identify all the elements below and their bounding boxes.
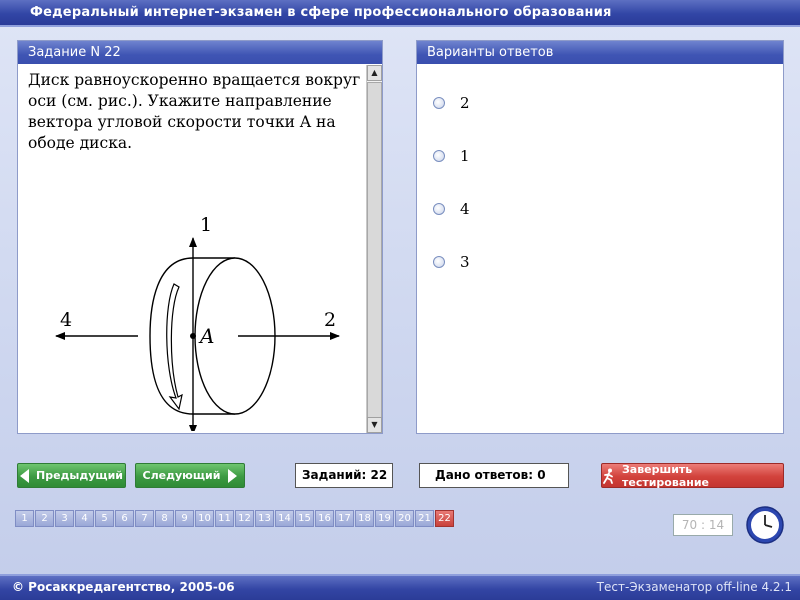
page-button-7[interactable]: 7	[135, 510, 154, 527]
answer-panel-title: Варианты ответов	[427, 45, 554, 60]
page-button-8[interactable]: 8	[155, 510, 174, 527]
answers-given: Дано ответов: 0	[419, 463, 569, 488]
finish-button-label: Завершить тестирование	[621, 462, 710, 489]
radio-button[interactable]	[433, 150, 445, 162]
page-button-1[interactable]: 1	[15, 510, 34, 527]
label-2: 2	[324, 309, 336, 331]
tasks-count-text: Заданий: 22	[302, 468, 388, 482]
footer-bar: © Росаккредагентство, 2005-06 Тест-Экзам…	[0, 574, 800, 600]
page-button-2[interactable]: 2	[35, 510, 54, 527]
label-a: A	[198, 324, 214, 348]
rotation-arrow	[166, 283, 183, 411]
radio-button[interactable]	[433, 256, 445, 268]
page-button-21[interactable]: 21	[415, 510, 434, 527]
page-button-6[interactable]: 6	[115, 510, 134, 527]
disk-diagram: 1 3 4 2 A	[55, 214, 340, 431]
scroll-thumb[interactable]	[367, 82, 382, 418]
answer-option-label: 1	[460, 147, 470, 165]
label-4: 4	[60, 309, 72, 331]
arrow-right-icon	[228, 468, 238, 483]
page-button-5[interactable]: 5	[95, 510, 114, 527]
task-panel-header: Задание N 22	[18, 41, 382, 64]
task-scrollbar[interactable]: ▲ ▼	[366, 65, 382, 433]
page-button-19[interactable]: 19	[375, 510, 394, 527]
page-button-15[interactable]: 15	[295, 510, 314, 527]
answer-option-label: 4	[460, 200, 470, 218]
next-button-label: Следующий	[142, 469, 221, 482]
timer-display: 70 : 14	[673, 514, 733, 536]
task-number: Задание N 22	[28, 45, 121, 60]
previous-button-label: Предыдущий	[35, 469, 123, 482]
radio-button[interactable]	[433, 97, 445, 109]
question-pager: 1 2 3 4 5 6 7 8 9 10 11 12 13 14 15 16 17 18 19 20 21 22	[15, 510, 455, 527]
page-button-18[interactable]: 18	[355, 510, 374, 527]
previous-button[interactable]: Предыдущий	[17, 463, 126, 488]
page-button-20[interactable]: 20	[395, 510, 414, 527]
answer-option-2[interactable]: 1	[433, 146, 470, 166]
scroll-down-button[interactable]: ▼	[367, 417, 382, 433]
page-button-16[interactable]: 16	[315, 510, 334, 527]
answer-panel: Варианты ответов 2 1 4 3	[416, 40, 784, 434]
page-button-12[interactable]: 12	[235, 510, 254, 527]
finish-test-button[interactable]: Завершить тестирование	[601, 462, 784, 489]
answer-option-3[interactable]: 4	[433, 199, 470, 219]
clock-icon	[746, 506, 784, 544]
page-button-9[interactable]: 9	[175, 510, 194, 527]
next-button[interactable]: Следующий	[135, 463, 245, 488]
answer-option-4[interactable]: 3	[433, 252, 470, 272]
radio-button[interactable]	[433, 203, 445, 215]
page-button-3[interactable]: 3	[55, 510, 74, 527]
answer-panel-header: Варианты ответов	[417, 41, 783, 64]
page-button-13[interactable]: 13	[255, 510, 274, 527]
page-button-14[interactable]: 14	[275, 510, 294, 527]
scroll-up-button[interactable]: ▲	[367, 65, 382, 81]
page-button-4[interactable]: 4	[75, 510, 94, 527]
version-text: Тест-Экзаменатор off-line 4.2.1	[596, 580, 792, 594]
tasks-count: Заданий: 22	[295, 463, 393, 488]
page-button-11[interactable]: 11	[215, 510, 234, 527]
arrow-left-icon	[19, 468, 29, 483]
app-title: Федеральный интернет-экзамен в сфере про…	[30, 5, 612, 20]
copyright-text: © Росаккредагентство, 2005-06	[12, 580, 235, 594]
task-panel: Задание N 22 Диск равноускоренно вращает…	[17, 40, 383, 434]
answers-given-text: Дано ответов: 0	[435, 468, 546, 482]
page-button-22[interactable]: 22	[435, 510, 454, 527]
question-text: Диск равноускоренно вращается вокруг оси…	[28, 71, 361, 152]
page-button-17[interactable]: 17	[335, 510, 354, 527]
page-button-10[interactable]: 10	[195, 510, 214, 527]
answer-option-label: 3	[460, 253, 470, 271]
answer-option-1[interactable]: 2	[433, 93, 470, 113]
running-man-icon	[603, 468, 613, 484]
label-1: 1	[200, 214, 212, 236]
app-title-bar: Федеральный интернет-экзамен в сфере про…	[0, 0, 800, 27]
answer-option-label: 2	[460, 94, 470, 112]
point-a	[190, 333, 196, 339]
